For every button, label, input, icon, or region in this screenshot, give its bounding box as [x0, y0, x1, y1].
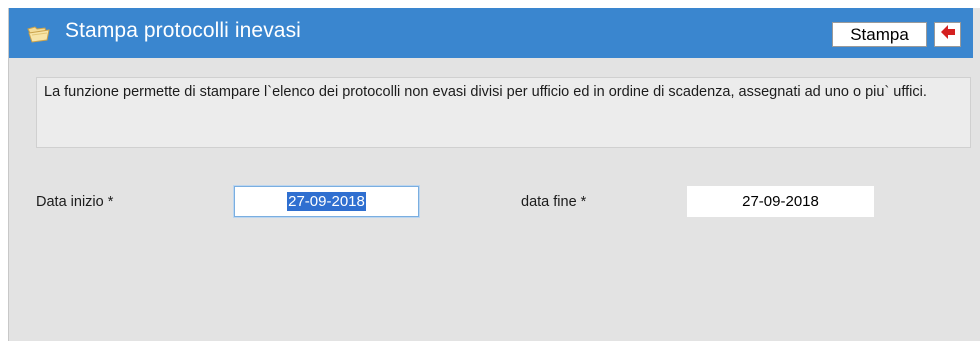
start-date-label: Data inizio * [36, 194, 114, 210]
print-button-label: Stampa [850, 24, 909, 44]
print-unprocessed-protocols-window: Stampa protocolli inevasi Stampa La funz… [8, 8, 980, 341]
print-button[interactable]: Stampa [832, 22, 927, 47]
end-date-value: 27-09-2018 [742, 193, 819, 210]
start-date-value: 27-09-2018 [287, 192, 366, 211]
folder-open-icon [25, 23, 53, 45]
title-bar: Stampa protocolli inevasi Stampa [9, 8, 973, 58]
description-text: La funzione permette di stampare l`elenc… [44, 84, 927, 100]
exit-arrow-icon [939, 23, 957, 46]
end-date-input[interactable]: 27-09-2018 [687, 186, 874, 217]
exit-button[interactable] [934, 22, 961, 47]
function-description: La funzione permette di stampare l`elenc… [36, 77, 971, 148]
end-date-label: data fine * [521, 194, 587, 210]
page-title: Stampa protocolli inevasi [65, 19, 301, 42]
start-date-input[interactable]: 27-09-2018 [234, 186, 419, 217]
